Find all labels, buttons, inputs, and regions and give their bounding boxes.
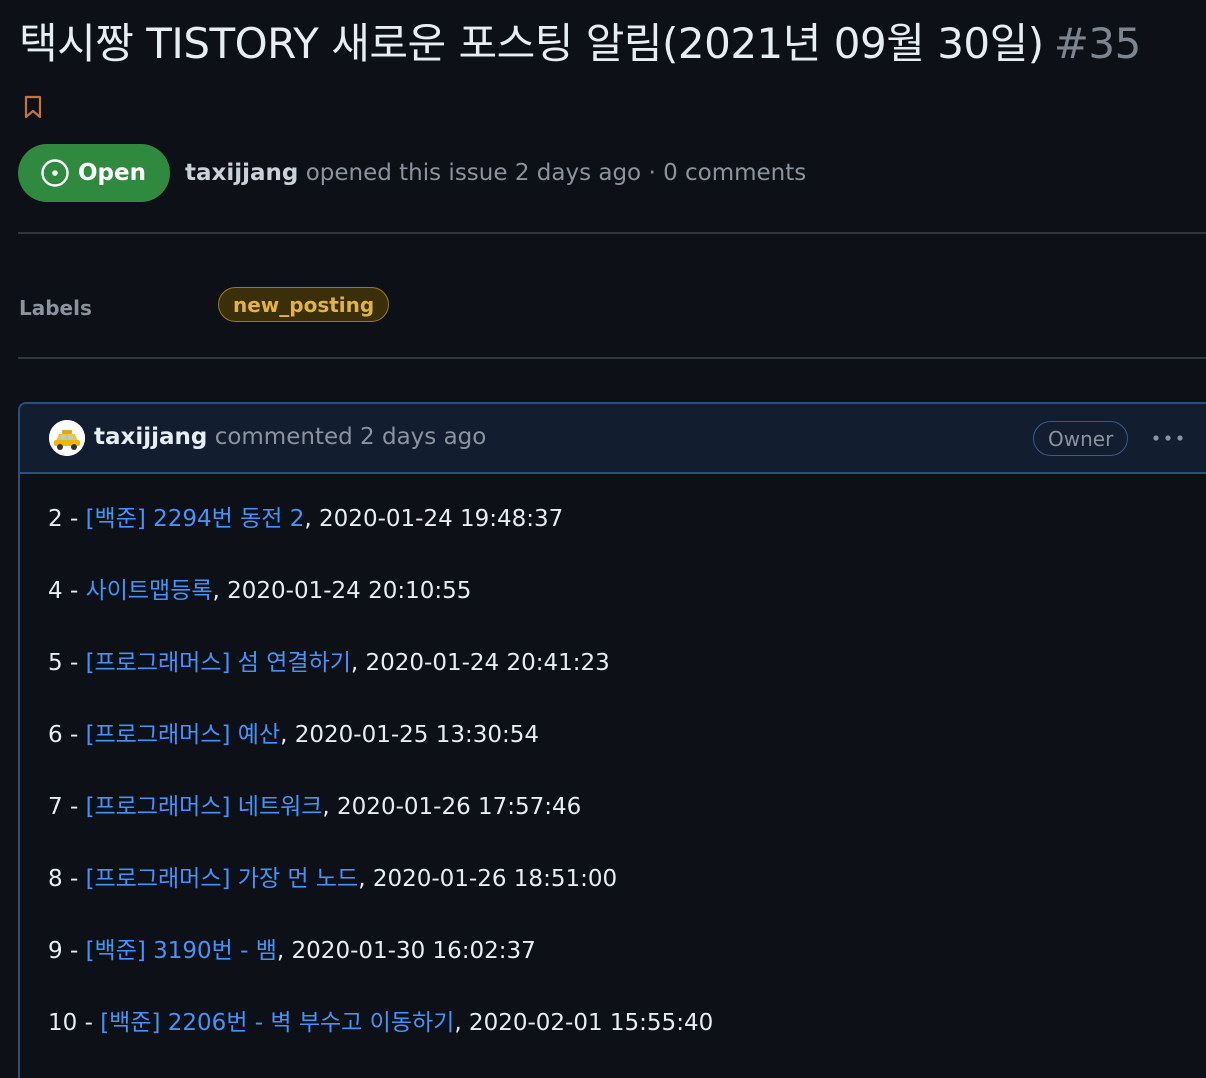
post-date: , 2020-01-24 20:41:23 <box>350 650 610 676</box>
taxi-avatar[interactable] <box>49 420 85 456</box>
post-link[interactable]: [프로그래머스] 예산 <box>86 722 281 748</box>
post-link[interactable]: 사이트맵등록 <box>86 578 213 604</box>
issue-title: 택시짱 TISTORY 새로운 포스팅 알림(2021년 09월 30일) <box>19 19 1044 68</box>
post-index: 6 - <box>48 722 86 748</box>
bookmark-icon[interactable] <box>24 95 42 119</box>
post-date: , 2020-01-30 16:02:37 <box>276 938 536 964</box>
post-index: 8 - <box>48 866 86 892</box>
post-line: 7 - [프로그래머스] 네트워크, 2020-01-26 17:57:46 <box>48 790 1206 862</box>
comment-header: taxijjang commented 2 days ago Owner <box>20 404 1206 474</box>
post-date: , 2020-01-26 17:57:46 <box>322 794 582 820</box>
post-index: 9 - <box>48 938 86 964</box>
post-line: 10 - [백준] 2206번 - 벽 부수고 이동하기, 2020-02-01… <box>48 1006 1206 1078</box>
post-date: , 2020-01-26 18:51:00 <box>358 866 618 892</box>
post-link[interactable]: [백준] 3190번 - 뱀 <box>86 938 277 964</box>
post-line: 5 - [프로그래머스] 섬 연결하기, 2020-01-24 20:41:23 <box>48 646 1206 718</box>
labels-divider <box>18 357 1206 359</box>
issue-meta: taxijjang opened this issue 2 days ago ·… <box>185 160 806 186</box>
post-link[interactable]: [프로그래머스] 섬 연결하기 <box>86 650 351 676</box>
owner-badge: Owner <box>1033 421 1129 456</box>
issue-meta-text: opened this issue 2 days ago · 0 comment… <box>305 160 807 186</box>
post-date: , 2020-01-25 13:30:54 <box>280 722 540 748</box>
post-line: 8 - [프로그래머스] 가장 먼 노드, 2020-01-26 18:51:0… <box>48 862 1206 934</box>
comment-meta: taxijjang commented 2 days ago <box>94 424 486 450</box>
kebab-horizontal-icon[interactable] <box>1150 428 1186 448</box>
post-date: , 2020-01-24 20:10:55 <box>212 578 472 604</box>
post-index: 7 - <box>48 794 86 820</box>
post-link[interactable]: [백준] 2206번 - 벽 부수고 이동하기 <box>100 1010 454 1036</box>
post-index: 10 - <box>48 1010 101 1036</box>
issue-page: 택시짱 TISTORY 새로운 포스팅 알림(2021년 09월 30일) #35… <box>0 0 1206 1078</box>
post-link[interactable]: [백준] 2294번 동전 2 <box>86 506 305 532</box>
issue-number: #35 <box>1053 19 1142 68</box>
open-state-badge: Open <box>18 144 170 202</box>
issue-title-row: 택시짱 TISTORY 새로운 포스팅 알림(2021년 09월 30일) #35 <box>19 14 1141 74</box>
comment-box: taxijjang commented 2 days ago Owner 2 -… <box>18 402 1206 1078</box>
issue-state-row: Open taxijjang opened this issue 2 days … <box>18 144 806 202</box>
post-line: 4 - 사이트맵등록, 2020-01-24 20:10:55 <box>48 574 1206 646</box>
post-index: 4 - <box>48 578 86 604</box>
post-date: , 2020-01-24 19:48:37 <box>304 506 564 532</box>
post-link[interactable]: [프로그래머스] 가장 먼 노드 <box>86 866 359 892</box>
issue-opened-icon <box>41 159 69 187</box>
post-line: 2 - [백준] 2294번 동전 2, 2020-01-24 19:48:37 <box>48 502 1206 574</box>
post-date: , 2020-02-01 15:55:40 <box>454 1010 714 1036</box>
comment-body: 2 - [백준] 2294번 동전 2, 2020-01-24 19:48:37… <box>20 474 1206 1078</box>
open-state-label: Open <box>78 160 146 186</box>
comment-time[interactable]: commented 2 days ago <box>215 424 487 450</box>
labels-heading: Labels <box>19 296 92 320</box>
post-index: 2 - <box>48 506 86 532</box>
post-line: 6 - [프로그래머스] 예산, 2020-01-25 13:30:54 <box>48 718 1206 790</box>
post-line: 9 - [백준] 3190번 - 뱀, 2020-01-30 16:02:37 <box>48 934 1206 1006</box>
label-new-posting[interactable]: new_posting <box>218 287 390 322</box>
issue-author-link[interactable]: taxijjang <box>185 160 298 186</box>
post-link[interactable]: [프로그래머스] 네트워크 <box>86 794 323 820</box>
header-divider <box>18 232 1206 234</box>
taxi-avatar-image <box>49 420 85 456</box>
post-index: 5 - <box>48 650 86 676</box>
comment-author-link[interactable]: taxijjang <box>94 424 207 450</box>
